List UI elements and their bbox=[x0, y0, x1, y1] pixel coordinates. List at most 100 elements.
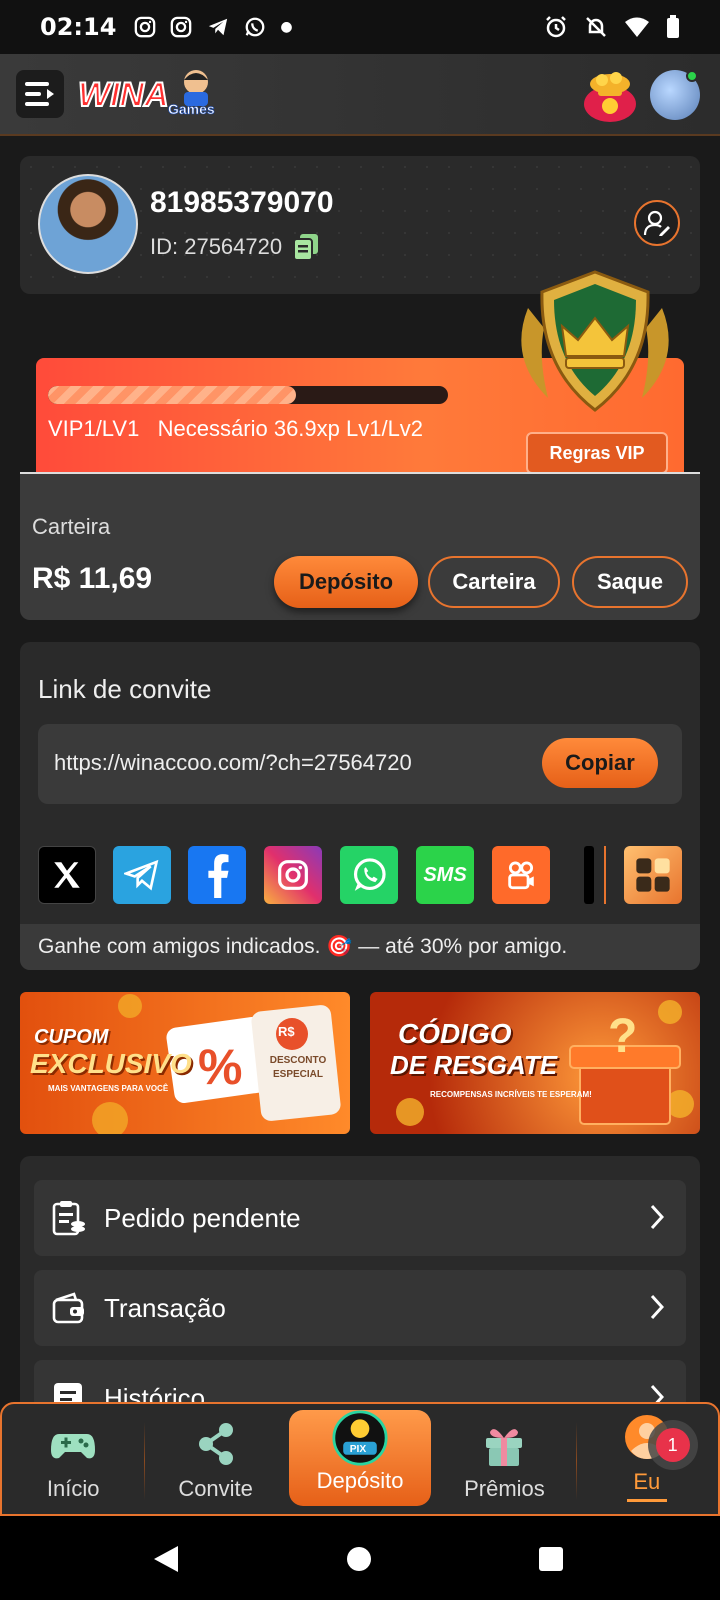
wina-games-logo[interactable]: WINA Games bbox=[76, 66, 226, 124]
redeem-subtitle: RECOMPENSAS INCRÍVEIS TE ESPERAM! bbox=[430, 1090, 592, 1099]
redeem-title-1: CÓDIGO bbox=[398, 1018, 512, 1049]
nav-active-underline bbox=[626, 1499, 667, 1502]
menu-item-pending-orders[interactable]: Pedido pendente bbox=[34, 1180, 686, 1256]
instagram-icon[interactable] bbox=[264, 846, 322, 904]
coupon-percent: % bbox=[198, 1039, 243, 1095]
whatsapp-icon[interactable] bbox=[340, 846, 398, 904]
menu-button[interactable] bbox=[16, 70, 64, 118]
wallet-card: Carteira R$ 11,69 Depósito Carteira Saqu… bbox=[20, 472, 700, 620]
share-icon bbox=[198, 1423, 233, 1465]
gift-icon bbox=[486, 1429, 523, 1466]
vip-requirement: Necessário 36.9xp Lv1/Lv2 bbox=[157, 416, 424, 441]
nav-deposit[interactable]: PIX Depósito bbox=[288, 1410, 432, 1506]
chevron-right-icon bbox=[650, 1294, 664, 1320]
vip-level: VIP1/LV1 bbox=[48, 416, 140, 441]
menu-icon bbox=[25, 82, 54, 106]
coupon-title-2: EXCLUSIVO bbox=[30, 1048, 192, 1079]
nav-rewards[interactable]: Prêmios bbox=[433, 1404, 575, 1514]
profile-id-row: ID: 27564720 bbox=[150, 234, 319, 260]
nav-rewards-label: Prêmios bbox=[464, 1476, 545, 1501]
copy-icon[interactable] bbox=[294, 234, 319, 260]
x-icon[interactable] bbox=[38, 846, 96, 904]
pix-icon: PIX bbox=[332, 1410, 388, 1466]
coupon-title-1: CUPOM bbox=[34, 1026, 109, 1048]
coupon-subtitle: MAIS VANTAGENS PARA VOCÊ bbox=[48, 1084, 169, 1093]
svg-text:?: ? bbox=[608, 1010, 637, 1063]
pending-order-icon bbox=[52, 1201, 85, 1236]
wallet-button[interactable]: Carteira bbox=[428, 556, 560, 608]
svg-text:PIX: PIX bbox=[350, 1444, 367, 1455]
nav-invite[interactable]: Convite bbox=[144, 1404, 286, 1514]
edit-profile-button[interactable] bbox=[634, 200, 680, 246]
vip-level-row: VIP1/LV1 Necessário 36.9xp Lv1/Lv2 bbox=[48, 416, 423, 442]
home-icon[interactable] bbox=[346, 1546, 372, 1572]
facebook-icon[interactable] bbox=[188, 846, 246, 904]
chevron-right-icon bbox=[650, 1204, 664, 1230]
more-apps-icon[interactable] bbox=[624, 846, 682, 904]
exclusive-coupon-banner[interactable]: CUPOM EXCLUSIVO MAIS VANTAGENS PARA VOCÊ… bbox=[20, 992, 350, 1134]
invite-footer: Ganhe com amigos indicados. 🎯 — até 30% … bbox=[20, 924, 700, 970]
telegram-notification-icon bbox=[209, 18, 228, 36]
recents-icon[interactable] bbox=[538, 1546, 564, 1572]
withdraw-button[interactable]: Saque bbox=[572, 556, 688, 608]
more-notifications-dot-icon: ● bbox=[280, 19, 293, 35]
invite-title: Link de convite bbox=[38, 674, 212, 704]
nav-deposit-label: Depósito bbox=[316, 1468, 404, 1493]
copy-link-button[interactable]: Copiar bbox=[542, 738, 658, 788]
treasure-bag-icon[interactable] bbox=[580, 66, 640, 124]
notifications-off-icon bbox=[586, 17, 606, 37]
wallet-icon bbox=[52, 1292, 84, 1324]
vip-crown-shield-icon bbox=[508, 268, 682, 418]
redeem-code-banner[interactable]: ? CÓDIGO DE RESGATE RECOMPENSAS INCRÍVEI… bbox=[370, 992, 700, 1134]
vip-progress-bar bbox=[48, 386, 448, 404]
redeem-title-2: DE RESGATE bbox=[390, 1050, 558, 1080]
invite-card: Link de convite https://winaccoo.com/?ch… bbox=[20, 642, 700, 970]
menu-item-label: Pedido pendente bbox=[104, 1202, 301, 1233]
battery-icon bbox=[667, 15, 679, 38]
menu-item-history[interactable]: Histórico bbox=[34, 1360, 686, 1406]
vip-rules-button[interactable]: Regras VIP bbox=[526, 432, 668, 474]
vip-progress-fill bbox=[48, 386, 296, 404]
share-divider bbox=[604, 846, 606, 904]
user-edit-icon bbox=[643, 210, 670, 236]
nav-home[interactable]: Início bbox=[2, 1404, 144, 1514]
back-icon[interactable] bbox=[152, 1544, 180, 1574]
sms-icon[interactable]: SMS bbox=[416, 846, 474, 904]
wallet-label: Carteira bbox=[32, 514, 111, 539]
menu-item-transactions[interactable]: Transação bbox=[34, 1270, 686, 1346]
menu-item-label: Transação bbox=[104, 1292, 226, 1323]
notification-badge: 1 bbox=[655, 1428, 690, 1462]
gamepad-icon bbox=[51, 1434, 96, 1459]
nav-me-label: Eu bbox=[633, 1469, 661, 1494]
online-status-dot bbox=[686, 70, 698, 82]
header-avatar[interactable] bbox=[650, 70, 700, 120]
invite-link-box: https://winaccoo.com/?ch=27564720 Copiar bbox=[38, 724, 682, 804]
system-navigation-bar bbox=[0, 1516, 720, 1600]
coupon-ticket-currency: R$ bbox=[278, 1024, 295, 1039]
profile-id: ID: 27564720 bbox=[150, 234, 283, 259]
status-time: 02:14 bbox=[40, 13, 117, 41]
app-header: WINA Games bbox=[0, 54, 720, 136]
coupon-ticket-text: DESCONTO ESPECIAL bbox=[269, 1055, 327, 1080]
wallet-balance: R$ 11,69 bbox=[32, 562, 153, 595]
nav-me[interactable]: Eu 1 bbox=[575, 1404, 718, 1514]
svg-text:WINA: WINA bbox=[78, 76, 169, 114]
instagram-notification-icon bbox=[171, 16, 192, 38]
invite-url[interactable]: https://winaccoo.com/?ch=27564720 bbox=[54, 750, 412, 776]
instagram-notification-icon bbox=[135, 16, 156, 38]
alarm-icon bbox=[546, 16, 566, 38]
bottom-nav: Início Convite PIX Depósito Prêmios Eu 1 bbox=[0, 1402, 720, 1516]
deposit-button[interactable]: Depósito bbox=[274, 556, 418, 608]
telegram-icon[interactable] bbox=[113, 846, 171, 904]
account-menu: Pedido pendente Transação Histórico bbox=[20, 1156, 700, 1406]
status-bar: 02:14 ● bbox=[0, 0, 720, 54]
share-row: SMS bbox=[38, 846, 682, 904]
share-more-partial-icon[interactable] bbox=[584, 846, 594, 904]
profile-avatar[interactable] bbox=[38, 174, 138, 274]
whatsapp-notification-icon bbox=[246, 17, 265, 37]
wifi-icon bbox=[625, 17, 649, 37]
profile-phone: 81985379070 bbox=[150, 186, 334, 219]
nav-invite-label: Convite bbox=[178, 1476, 253, 1501]
nav-home-label: Início bbox=[46, 1476, 100, 1501]
kwai-icon[interactable] bbox=[492, 846, 550, 904]
